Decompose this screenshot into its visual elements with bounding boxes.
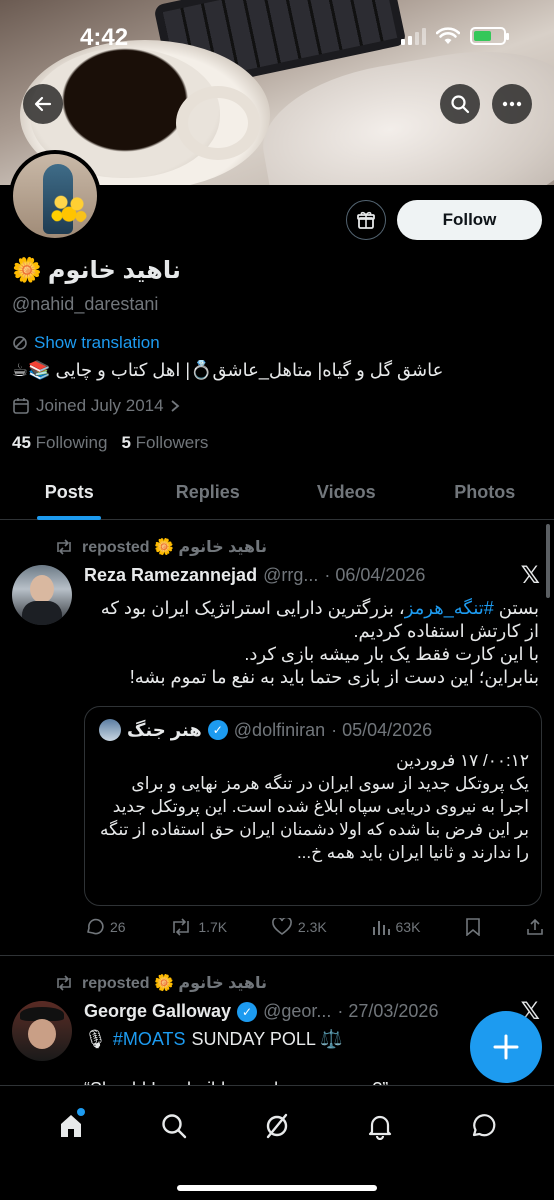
repost-indicator: reposted 🌼 ناهید خانوم <box>54 973 267 993</box>
home-indicator[interactable] <box>177 1185 377 1191</box>
microphone-icon: 🎙 <box>84 1029 107 1049</box>
post-header: Reza Ramezannejad @rrg... · 06/04/2026 <box>84 565 425 586</box>
share-icon <box>527 918 543 935</box>
grok-icon <box>266 1113 288 1139</box>
profile-bio: عاشق گل و گیاه| متاهل_عاشق💍| اهل کتاب و … <box>12 360 444 380</box>
quoted-post[interactable]: هنر جنگ ✓ @dolfiniran · 05/04/2026 ۰۰:۱۲… <box>84 706 542 906</box>
tab-replies[interactable]: Replies <box>139 466 278 519</box>
avatar[interactable] <box>12 565 72 625</box>
search-button[interactable] <box>440 84 480 124</box>
calendar-icon <box>13 398 29 414</box>
ellipsis-icon <box>502 101 522 107</box>
heart-icon <box>272 918 292 935</box>
tab-photos[interactable]: Photos <box>416 466 554 519</box>
show-translation-link[interactable]: Show translation <box>12 333 160 353</box>
views-button[interactable]: 63K <box>372 918 420 936</box>
hashtag-link[interactable]: #MOATS <box>113 1029 186 1050</box>
timeline-post[interactable]: reposted 🌼 ناهید خانوم George Galloway ✓… <box>0 957 554 1099</box>
nav-messages[interactable] <box>463 1106 503 1146</box>
tab-videos[interactable]: Videos <box>277 466 416 519</box>
gift-button[interactable] <box>346 200 386 240</box>
post-header: George Galloway ✓ @geor... · 27/03/2026 <box>84 1001 438 1022</box>
post-text: 🎙 #MOATS SUNDAY POLL ⚖️ <box>84 1029 343 1050</box>
repost-label: reposted 🌼 ناهید خانوم <box>82 975 268 992</box>
quote-handle[interactable]: @dolfiniran <box>234 720 325 741</box>
message-bubble-icon <box>472 1114 495 1137</box>
bell-icon <box>368 1115 391 1140</box>
post-handle[interactable]: @rrg... <box>263 565 318 586</box>
post-author[interactable]: George Galloway <box>84 1001 231 1022</box>
profile-handle: @nahid_darestani <box>12 294 159 314</box>
profile-avatar[interactable] <box>9 150 101 242</box>
arrow-left-icon <box>34 96 52 112</box>
following-link[interactable]: 45 Following <box>12 433 107 453</box>
search-icon <box>451 95 470 114</box>
bookmark-icon <box>466 918 480 936</box>
quote-date: · 05/04/2026 <box>331 719 433 740</box>
reply-icon <box>87 918 104 935</box>
more-options-button[interactable] <box>492 84 532 124</box>
post-date[interactable]: · 06/04/2026 <box>324 565 425 586</box>
status-bar: 4:42 <box>0 0 554 76</box>
show-translation-label: Show translation <box>34 333 160 352</box>
joined-label: Joined July 2014 <box>36 396 164 415</box>
repost-indicator: reposted 🌼 ناهید خانوم <box>54 537 267 557</box>
nav-grok[interactable] <box>257 1106 297 1146</box>
verified-badge-icon: ✓ <box>207 720 228 740</box>
joined-date[interactable]: Joined July 2014 <box>12 396 180 416</box>
quote-author[interactable]: هنر جنگ <box>127 720 202 741</box>
name-emoji: 🌼 <box>12 257 42 284</box>
profile-name-text: ناهید خانوم <box>47 257 181 284</box>
compose-button[interactable] <box>470 1011 542 1083</box>
repost-icon <box>57 539 71 555</box>
search-icon <box>162 1114 187 1139</box>
followers-link[interactable]: 5 Followers <box>121 433 208 453</box>
repost-icon <box>173 918 190 936</box>
chevron-right-icon <box>171 400 179 412</box>
x-logo-icon: 𝕏 <box>520 562 540 589</box>
battery-icon <box>470 27 509 45</box>
bottom-navigation <box>0 1085 554 1200</box>
status-time: 4:42 <box>80 24 129 51</box>
repost-icon <box>57 975 71 991</box>
verified-badge-icon: ✓ <box>237 1001 258 1022</box>
share-button[interactable] <box>526 918 544 936</box>
wifi-icon <box>436 27 460 44</box>
follow-counts: 45 Following 5 Followers <box>12 433 208 453</box>
back-button[interactable] <box>23 84 63 124</box>
quote-avatar[interactable] <box>99 719 121 741</box>
like-button[interactable]: 2.3K <box>272 918 327 936</box>
avatar[interactable] <box>12 1001 72 1061</box>
nav-search[interactable] <box>154 1106 194 1146</box>
views-chart-icon <box>372 921 390 935</box>
timeline-post[interactable]: reposted 🌼 ناهید خانوم Reza Ramezannejad… <box>0 521 554 956</box>
quote-text: ۰۰:۱۲/ ۱۷ فروردین یک پروتکل جدید از سوی … <box>99 751 529 862</box>
plus-icon <box>493 1034 519 1060</box>
bookmark-button[interactable] <box>465 918 481 936</box>
profile-name: 🌼 ناهید خانوم <box>12 256 181 285</box>
follow-button[interactable]: Follow <box>397 200 542 240</box>
translate-icon <box>13 336 27 350</box>
quote-header: هنر جنگ ✓ @dolfiniran · 05/04/2026 <box>99 719 432 741</box>
post-date[interactable]: · 27/03/2026 <box>337 1001 438 1022</box>
post-actions: 26 1.7K 2.3K 63K <box>84 917 544 937</box>
post-handle[interactable]: @geor... <box>263 1001 331 1022</box>
repost-button[interactable]: 1.7K <box>170 918 227 936</box>
repost-label: reposted 🌼 ناهید خانوم <box>82 539 268 556</box>
hashtag-link[interactable]: #تنگه_هرمز <box>405 598 494 618</box>
home-icon <box>61 1115 82 1137</box>
reply-button[interactable]: 26 <box>84 917 126 937</box>
profile-tabs: Posts Replies Videos Photos <box>0 466 554 520</box>
nav-notifications[interactable] <box>360 1106 400 1146</box>
tab-posts[interactable]: Posts <box>0 466 139 519</box>
gift-icon <box>357 211 375 229</box>
cellular-signal-icon <box>401 27 426 45</box>
post-author[interactable]: Reza Ramezannejad <box>84 565 257 586</box>
post-text: بستن #تنگه_هرمز، بزرگترین دارایی استراتژ… <box>100 598 539 687</box>
nav-home[interactable] <box>51 1106 91 1146</box>
